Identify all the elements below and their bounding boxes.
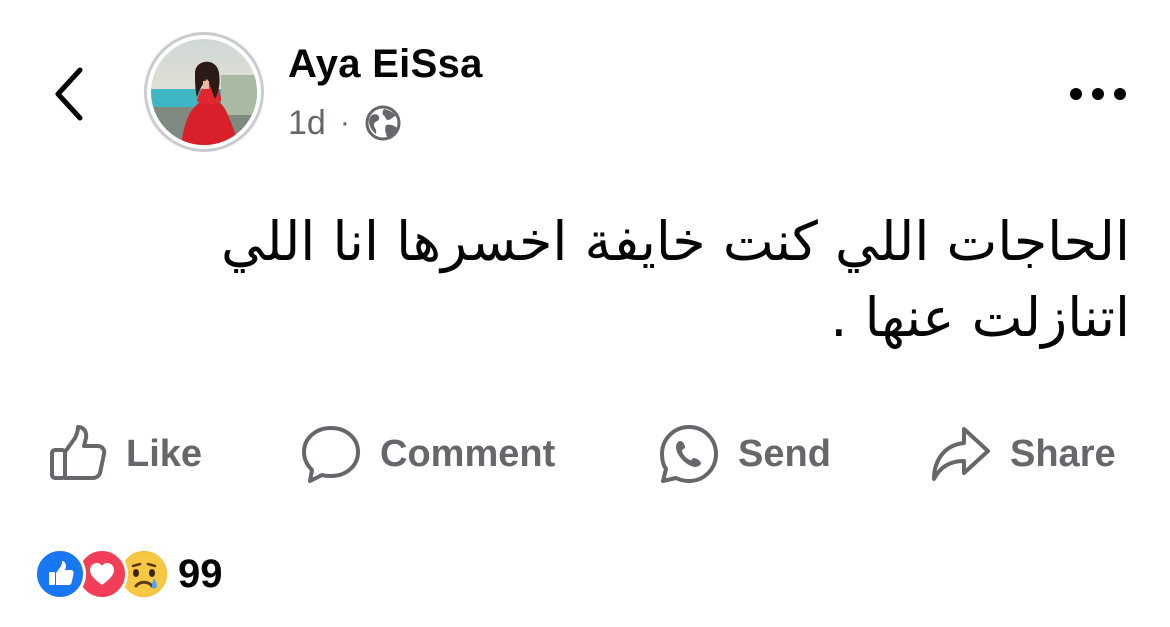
reaction-count: 99	[178, 551, 223, 596]
author-name[interactable]: Aya EiSsa	[288, 42, 483, 87]
avatar-photo	[151, 39, 257, 145]
post-text: الحاجات اللي كنت خايفة اخسرها انا اللي ا…	[220, 210, 1130, 349]
send-label: Send	[738, 432, 831, 475]
whatsapp-icon	[660, 425, 718, 483]
comment-button[interactable]: Comment	[300, 418, 555, 490]
like-label: Like	[126, 432, 203, 475]
comment-bubble-icon	[302, 426, 360, 483]
post-actions-bar: Like Comment Send Share	[0, 418, 1170, 490]
comment-label: Comment	[380, 432, 556, 475]
post-timestamp[interactable]: 1d	[288, 104, 326, 143]
back-button[interactable]	[40, 58, 100, 130]
share-arrow-icon	[932, 427, 990, 481]
more-icon	[1070, 88, 1126, 100]
meta-separator: ·	[339, 106, 350, 139]
send-button[interactable]: Send	[658, 418, 831, 490]
reactions-summary[interactable]: 99	[34, 546, 223, 602]
like-reaction-icon	[34, 548, 86, 600]
more-options-button[interactable]	[1062, 74, 1134, 114]
author-avatar[interactable]	[144, 32, 264, 152]
post-meta: 1d ·	[288, 100, 402, 146]
chevron-left-icon	[55, 67, 83, 121]
share-button[interactable]: Share	[930, 418, 1116, 490]
globe-icon	[365, 105, 401, 141]
like-button[interactable]: Like	[48, 418, 202, 490]
share-label: Share	[1010, 432, 1116, 475]
thumbs-up-icon	[50, 425, 107, 480]
